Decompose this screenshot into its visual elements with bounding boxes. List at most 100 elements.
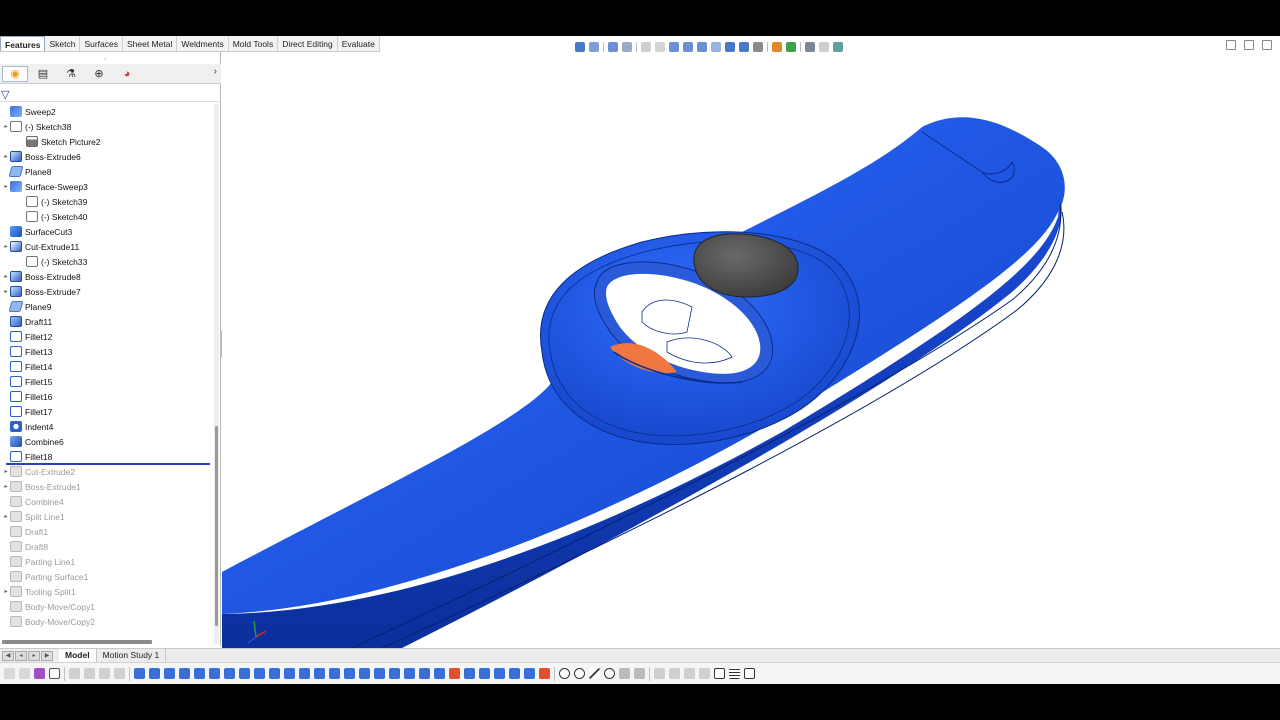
chevron-right-icon[interactable]: ▸: [2, 468, 10, 475]
tab-evaluate[interactable]: Evaluate: [338, 36, 380, 51]
chevron-right-icon[interactable]: ▸: [2, 123, 10, 130]
rollback-bar[interactable]: [6, 463, 210, 465]
plane-icon[interactable]: [164, 668, 175, 679]
feature-tree-item[interactable]: SurfaceCut3: [2, 224, 72, 239]
select-other-icon[interactable]: [69, 668, 80, 679]
scrollbar-thumb[interactable]: [215, 426, 218, 626]
configuration-manager-tab-icon[interactable]: ⚗: [58, 66, 84, 82]
pattern-icon[interactable]: [374, 668, 385, 679]
tab-surfaces[interactable]: Surfaces: [80, 36, 123, 51]
tab-sketch[interactable]: Sketch: [45, 36, 81, 51]
feature-tree-item[interactable]: (-) Sketch40: [18, 209, 87, 224]
feature-tree-item[interactable]: ▸ Boss-Extrude7: [2, 284, 81, 299]
select-icon[interactable]: [49, 668, 60, 679]
grid-icon[interactable]: [729, 668, 740, 679]
rib-icon[interactable]: [314, 668, 325, 679]
view-orientation-icon[interactable]: [725, 42, 735, 52]
feature-tree-item[interactable]: Fillet15: [2, 374, 52, 389]
feature-tree-item[interactable]: Parting Surface1: [2, 569, 88, 584]
feature-tree-item[interactable]: ▸ Boss-Extrude8: [2, 269, 81, 284]
zoom-out-icon[interactable]: [697, 42, 707, 52]
display-manager-tab-icon[interactable]: ◕: [114, 66, 140, 82]
tab-weldments[interactable]: Weldments: [177, 36, 229, 51]
line-icon[interactable]: [589, 668, 600, 679]
filter-icon[interactable]: ▽: [1, 88, 9, 101]
feature-tree-item[interactable]: (-) Sketch39: [18, 194, 87, 209]
chevron-right-icon[interactable]: ▸: [2, 243, 10, 250]
display-style-icon[interactable]: [739, 42, 749, 52]
pan-icon[interactable]: [711, 42, 721, 52]
graphics-area[interactable]: [222, 52, 1280, 648]
feature-tree-item[interactable]: ▸ Surface-Sweep3: [2, 179, 88, 194]
mirror-icon[interactable]: [359, 668, 370, 679]
split-icon[interactable]: [404, 668, 415, 679]
measure-icon[interactable]: [464, 668, 475, 679]
feature-tree-item[interactable]: Fillet17: [2, 404, 52, 419]
wrap-icon[interactable]: [329, 668, 340, 679]
chevron-right-icon[interactable]: ▸: [2, 588, 10, 595]
sketch-point-icon[interactable]: [559, 668, 570, 679]
hole-callout-icon[interactable]: [641, 42, 651, 52]
prev-tab-icon[interactable]: ◂: [15, 650, 27, 661]
offset-icon[interactable]: [654, 668, 665, 679]
rotate-view-icon[interactable]: [669, 42, 679, 52]
restore-icon[interactable]: [1226, 40, 1236, 50]
feature-tree-item[interactable]: Combine4: [2, 494, 64, 509]
draft-icon[interactable]: [284, 668, 295, 679]
chevron-right-icon[interactable]: ▸: [2, 288, 10, 295]
tab-features[interactable]: Features: [0, 36, 46, 51]
intersect-icon[interactable]: [434, 668, 445, 679]
filter-edges-icon[interactable]: [34, 668, 45, 679]
feature-tree-item[interactable]: ▸ Cut-Extrude2: [2, 464, 75, 479]
fillet-icon[interactable]: [254, 668, 265, 679]
polygon-icon[interactable]: [604, 668, 615, 679]
rectangle-icon[interactable]: [714, 668, 725, 679]
feature-tree-item[interactable]: Combine6: [2, 434, 64, 449]
feature-tree-item[interactable]: Fillet18: [2, 449, 52, 464]
coordinate-system-icon[interactable]: [509, 668, 520, 679]
feature-tree-item[interactable]: Fillet16: [2, 389, 52, 404]
tree-scrollbar[interactable]: [214, 104, 219, 644]
extrude-icon[interactable]: [179, 668, 190, 679]
chevron-right-icon[interactable]: ▸: [2, 183, 10, 190]
move-body-icon[interactable]: [419, 668, 430, 679]
feature-tree-item[interactable]: ▸ Boss-Extrude1: [2, 479, 81, 494]
last-tab-icon[interactable]: ▶: [41, 650, 53, 661]
feature-tree-item[interactable]: Fillet12: [2, 329, 52, 344]
section-icon[interactable]: [524, 668, 535, 679]
dimxpert-manager-tab-icon[interactable]: ⊕: [86, 66, 112, 82]
magnifier-icon[interactable]: [833, 42, 843, 52]
view-settings-icon[interactable]: [805, 42, 815, 52]
feature-tree-item[interactable]: Fillet14: [2, 359, 52, 374]
chevron-right-icon[interactable]: ▸: [2, 273, 10, 280]
scene-icon[interactable]: [786, 42, 796, 52]
section-view-icon[interactable]: [622, 42, 632, 52]
next-tab-icon[interactable]: ▸: [28, 650, 40, 661]
part-model[interactable]: [222, 52, 1280, 648]
chevron-right-icon[interactable]: ▸: [2, 483, 10, 490]
circle-icon[interactable]: [574, 668, 585, 679]
mass-properties-icon[interactable]: [479, 668, 490, 679]
feature-tree-item[interactable]: Draft8: [2, 539, 48, 554]
feature-tree-item[interactable]: ▸ (-) Sketch38: [2, 119, 71, 134]
feature-manager-tab-icon[interactable]: ◉: [2, 65, 28, 82]
display-pane-icon[interactable]: [819, 42, 829, 52]
chevron-right-icon[interactable]: ▸: [2, 513, 10, 520]
panel-grip-icon[interactable]: ◦: [104, 56, 106, 63]
dome-icon[interactable]: [344, 668, 355, 679]
filter-icon[interactable]: [4, 668, 15, 679]
combine-icon[interactable]: [389, 668, 400, 679]
lasso-select-icon[interactable]: [114, 668, 125, 679]
loft-icon[interactable]: [224, 668, 235, 679]
tab-mold-tools[interactable]: Mold Tools: [229, 36, 279, 51]
relation-icon[interactable]: [744, 668, 755, 679]
chamfer-icon[interactable]: [269, 668, 280, 679]
tab-model[interactable]: Model: [59, 649, 97, 662]
chevron-right-icon[interactable]: ▸: [2, 153, 10, 160]
magnified-selection-icon[interactable]: [84, 668, 95, 679]
chevron-right-icon[interactable]: ›: [214, 66, 217, 77]
reference-geometry-icon[interactable]: [494, 668, 505, 679]
previous-view-icon[interactable]: [608, 42, 618, 52]
feature-tree-item[interactable]: (-) Sketch33: [18, 254, 87, 269]
feature-tree-item[interactable]: ▸ Boss-Extrude6: [2, 149, 81, 164]
